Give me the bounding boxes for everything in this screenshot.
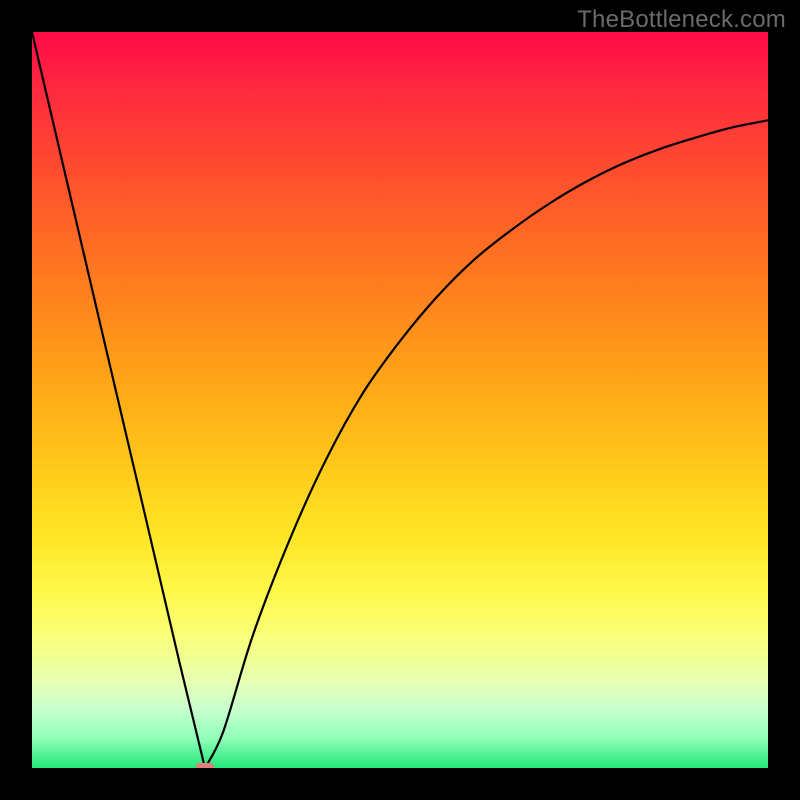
plot-area (32, 32, 768, 768)
chart-container: TheBottleneck.com (0, 0, 800, 800)
curve-svg (32, 32, 768, 768)
optimal-marker (196, 763, 214, 768)
attribution-text: TheBottleneck.com (577, 6, 786, 34)
bottleneck-curve (32, 32, 768, 768)
